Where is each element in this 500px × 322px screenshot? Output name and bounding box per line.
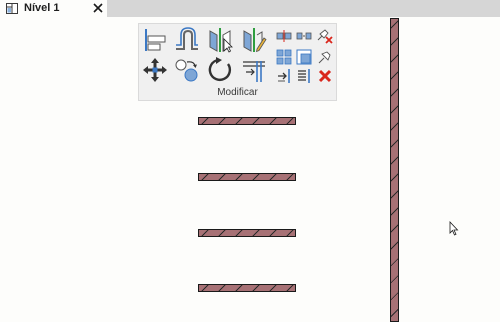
modify-panel-label: Modificar — [217, 87, 258, 98]
unpin-icon — [317, 29, 333, 44]
wall-segment[interactable] — [198, 229, 296, 237]
trim-extend-multiple-icon — [298, 69, 310, 83]
copy-tool[interactable] — [174, 57, 200, 83]
trim-extend-single-tool[interactable] — [276, 68, 292, 84]
pin-icon — [318, 51, 331, 64]
split-element-icon — [276, 30, 292, 42]
delete-tool[interactable] — [317, 68, 333, 84]
offset-tool[interactable] — [174, 27, 200, 53]
wall-segment[interactable] — [198, 173, 296, 181]
scale-tool[interactable] — [296, 49, 312, 65]
delete-icon — [318, 69, 332, 83]
modify-panel: Modificar — [138, 23, 337, 101]
trim-extend-to-corner-tool[interactable] — [241, 57, 267, 83]
mirror-pick-axis-icon — [209, 28, 233, 53]
wall-segment[interactable] — [198, 284, 296, 292]
align-icon — [145, 29, 166, 51]
vertical-wall[interactable] — [390, 18, 399, 322]
split-with-gap-tool[interactable] — [296, 29, 312, 43]
view-tab[interactable]: Nível 1 — [0, 0, 107, 17]
mirror-draw-axis-tool[interactable] — [241, 27, 267, 53]
trim-extend-multiple-tool[interactable] — [296, 68, 312, 84]
move-icon — [143, 58, 167, 82]
split-element-tool[interactable] — [276, 29, 292, 43]
pin-tool[interactable] — [317, 49, 333, 65]
rotate-icon — [208, 57, 232, 81]
move-tool[interactable] — [142, 57, 168, 83]
floor-plan-icon — [6, 3, 18, 14]
mirror-draw-axis-icon — [243, 28, 267, 53]
wall-segment[interactable] — [198, 117, 296, 125]
split-with-gap-icon — [296, 32, 312, 40]
copy-icon — [175, 59, 198, 82]
mirror-pick-axis-tool[interactable] — [207, 27, 233, 53]
align-tool[interactable] — [142, 27, 168, 53]
view-tab-title: Nível 1 — [24, 2, 60, 14]
trim-extend-single-icon — [278, 69, 290, 83]
rotate-tool[interactable] — [207, 57, 233, 83]
scale-icon — [296, 49, 312, 65]
mouse-cursor-icon — [449, 221, 459, 236]
unpin-tool[interactable] — [317, 28, 333, 44]
close-icon[interactable] — [91, 1, 105, 15]
offset-icon — [176, 27, 198, 50]
array-tool[interactable] — [276, 49, 292, 65]
trim-extend-to-corner-icon — [243, 61, 265, 82]
view-tab-strip: Nível 1 — [0, 0, 500, 17]
array-icon — [276, 49, 292, 65]
